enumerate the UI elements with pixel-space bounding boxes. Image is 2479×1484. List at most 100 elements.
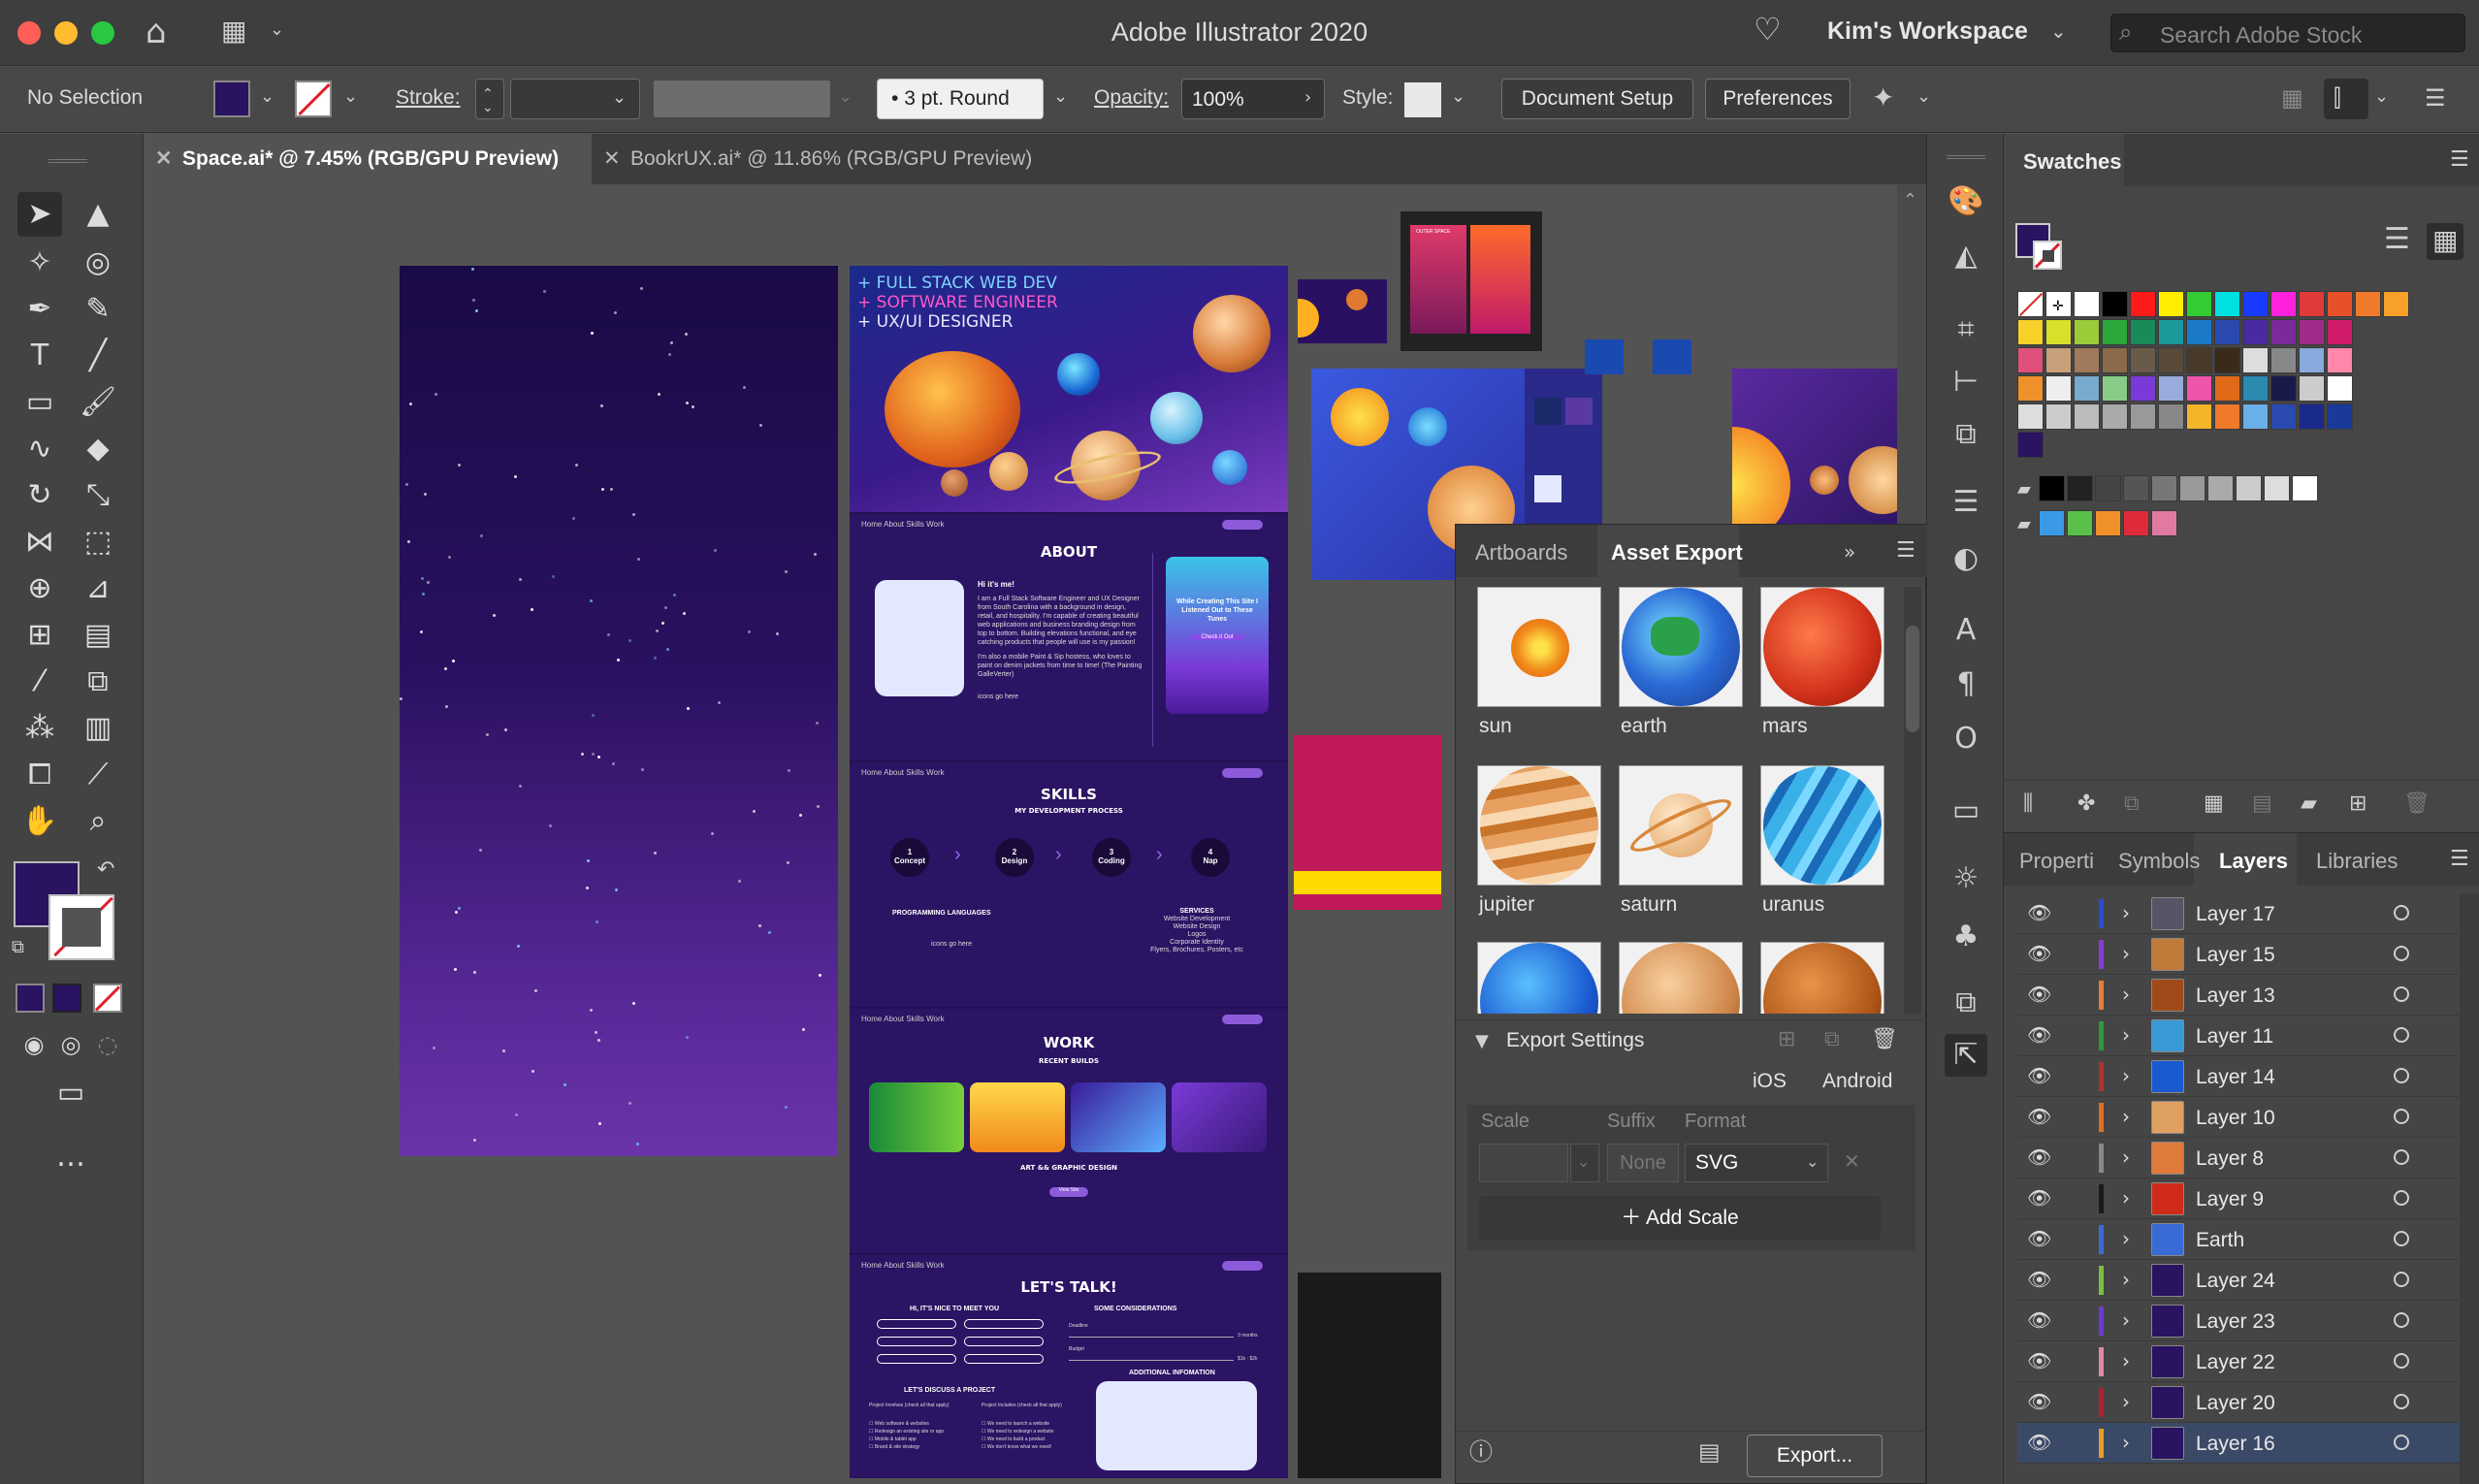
swatch[interactable] bbox=[2264, 475, 2290, 501]
expand-arrow-icon[interactable]: › bbox=[2122, 1268, 2130, 1291]
chevron-down-icon[interactable]: ⌄ bbox=[343, 88, 358, 106]
visibility-icon[interactable]: 👁 bbox=[2027, 1064, 2051, 1087]
stroke-weight-input[interactable]: ⌄ bbox=[510, 79, 640, 119]
tab-symbols[interactable]: Symbols bbox=[2118, 849, 2200, 874]
swatch[interactable] bbox=[2186, 375, 2212, 402]
selection-tool-icon[interactable]: ➤ bbox=[17, 192, 62, 237]
remove-scale-icon[interactable]: ✕ bbox=[1844, 1151, 1860, 1171]
swatch[interactable] bbox=[2355, 291, 2381, 317]
tab-asset-export[interactable]: Asset Export bbox=[1611, 540, 1743, 565]
layer-name[interactable]: Layer 16 bbox=[2196, 1433, 2275, 1456]
screen-mode-icon[interactable]: ▭ bbox=[48, 1071, 93, 1115]
swatch[interactable] bbox=[2186, 347, 2212, 373]
pen-tool-icon[interactable]: ✒ bbox=[17, 287, 62, 332]
swatch[interactable] bbox=[2214, 375, 2240, 402]
form-artwork[interactable] bbox=[1298, 1273, 1441, 1478]
swatch[interactable] bbox=[2045, 375, 2072, 402]
swatch[interactable] bbox=[2158, 375, 2184, 402]
draw-inside-icon[interactable]: ◌ bbox=[85, 1022, 130, 1067]
tab-artboards[interactable]: Artboards bbox=[1475, 540, 1567, 565]
swatch[interactable] bbox=[2102, 375, 2128, 402]
swatch[interactable] bbox=[2074, 375, 2100, 402]
swatch[interactable] bbox=[2207, 475, 2234, 501]
gradient-tool-icon[interactable]: ▤ bbox=[76, 613, 120, 658]
target-icon[interactable] bbox=[2394, 1435, 2409, 1450]
gradient-mode-icon[interactable] bbox=[52, 984, 81, 1013]
layer-row[interactable]: 👁 › Earth bbox=[2017, 1219, 2460, 1260]
swatch[interactable] bbox=[2270, 291, 2297, 317]
swatch[interactable] bbox=[2327, 319, 2353, 345]
expand-arrow-icon[interactable]: › bbox=[2122, 1023, 2130, 1047]
swatch[interactable] bbox=[2327, 347, 2353, 373]
target-icon[interactable] bbox=[2394, 1353, 2409, 1369]
swatch[interactable] bbox=[2292, 475, 2318, 501]
visibility-icon[interactable]: 👁 bbox=[2027, 1349, 2051, 1372]
scale-tool-icon[interactable]: ⤡ bbox=[76, 473, 120, 518]
layer-row[interactable]: 👁 › Layer 14 bbox=[2017, 1056, 2460, 1097]
swatch[interactable] bbox=[2158, 319, 2184, 345]
symbols-panel-icon[interactable]: ♣ bbox=[1945, 916, 1987, 958]
lightbulb-icon[interactable]: ♡ bbox=[1754, 14, 1782, 45]
asset-earth[interactable] bbox=[1619, 587, 1743, 707]
line-tool-icon[interactable]: ╱ bbox=[76, 334, 120, 378]
swatch[interactable] bbox=[2299, 291, 2325, 317]
rotate-tool-icon[interactable]: ↻ bbox=[17, 473, 62, 518]
blend-tool-icon[interactable]: ⧉ bbox=[76, 660, 120, 704]
swatch[interactable] bbox=[2270, 347, 2297, 373]
info-icon[interactable]: ⓘ bbox=[1469, 1440, 1493, 1464]
expand-arrow-icon[interactable]: › bbox=[2122, 1186, 2130, 1210]
asset-uranus[interactable] bbox=[1760, 765, 1884, 886]
swatch[interactable] bbox=[2242, 319, 2269, 345]
color-guide-icon[interactable]: 🎨 bbox=[1945, 180, 1987, 223]
magic-wand-tool-icon[interactable]: ✧ bbox=[17, 241, 62, 285]
free-transform-tool-icon[interactable]: ⬚ bbox=[76, 520, 120, 565]
suffix-input[interactable]: None bbox=[1607, 1144, 1679, 1182]
swatch[interactable] bbox=[2158, 347, 2184, 373]
fill-color-swatch[interactable] bbox=[213, 81, 250, 117]
layers-scrollbar[interactable] bbox=[2460, 893, 2479, 1484]
delete-swatch-icon[interactable]: 🗑 bbox=[2403, 793, 2431, 815]
swatch[interactable] bbox=[2123, 510, 2149, 536]
visibility-icon[interactable]: 👁 bbox=[2027, 1105, 2051, 1128]
swatch[interactable] bbox=[2270, 375, 2297, 402]
swatch[interactable] bbox=[2186, 403, 2212, 430]
format-select[interactable]: SVG ⌄ bbox=[1685, 1144, 1828, 1182]
swatch-grid[interactable]: ✛ ▰ ▰ bbox=[2017, 291, 2465, 660]
document-setup-button[interactable]: Document Setup bbox=[1501, 79, 1693, 119]
visibility-icon[interactable]: 👁 bbox=[2027, 1268, 2051, 1291]
swatch[interactable] bbox=[2130, 375, 2156, 402]
target-icon[interactable] bbox=[2394, 1109, 2409, 1124]
swap-fill-stroke-icon[interactable]: ↶ bbox=[97, 859, 114, 881]
layer-row[interactable]: 👁 › Layer 15 bbox=[2017, 934, 2460, 975]
expand-arrow-icon[interactable]: › bbox=[2122, 983, 2130, 1006]
duplicate-icon[interactable]: ⧉ bbox=[1824, 1029, 1840, 1050]
panel-toggle-button[interactable]: ⫿ bbox=[2324, 79, 2368, 119]
expand-arrow-icon[interactable]: › bbox=[2122, 942, 2130, 965]
asset-scrollbar[interactable] bbox=[1904, 587, 1921, 1014]
eyedropper-tool-icon[interactable]: ⁄ bbox=[17, 660, 62, 704]
layer-row[interactable]: 👁 › Layer 24 bbox=[2017, 1260, 2460, 1301]
asset-export-icon[interactable]: ⇱ bbox=[1945, 1034, 1987, 1077]
layer-name[interactable]: Layer 17 bbox=[2196, 903, 2275, 926]
color-mode-icon[interactable] bbox=[16, 984, 45, 1013]
stroke-label[interactable]: Stroke: bbox=[396, 86, 461, 110]
swatch[interactable] bbox=[2067, 475, 2093, 501]
visibility-icon[interactable]: 👁 bbox=[2027, 901, 2051, 924]
swatch[interactable] bbox=[2095, 510, 2121, 536]
swatch[interactable] bbox=[2017, 291, 2044, 317]
tab-properties[interactable]: Properti bbox=[2019, 849, 2094, 874]
swatch[interactable] bbox=[2270, 403, 2297, 430]
expand-arrow-icon[interactable]: › bbox=[2122, 1390, 2130, 1413]
asset-jupiter[interactable] bbox=[1477, 765, 1601, 886]
search-stock-input[interactable]: ⌕ Search Adobe Stock bbox=[2110, 14, 2465, 52]
layer-name[interactable]: Layer 23 bbox=[2196, 1310, 2275, 1334]
export-list-icon[interactable]: ▤ bbox=[1698, 1440, 1721, 1464]
swatch[interactable] bbox=[2017, 403, 2044, 430]
align-panel-icon[interactable]: ⊢ bbox=[1945, 361, 1987, 403]
swatch[interactable] bbox=[2236, 475, 2262, 501]
tab-swatches[interactable]: Swatches bbox=[2023, 149, 2122, 175]
chevron-down-icon[interactable]: ⌄ bbox=[2374, 88, 2389, 106]
swatch[interactable] bbox=[2017, 375, 2044, 402]
gradient-panel-icon[interactable]: ▭ bbox=[1945, 790, 1987, 832]
swatch[interactable] bbox=[2039, 510, 2065, 536]
